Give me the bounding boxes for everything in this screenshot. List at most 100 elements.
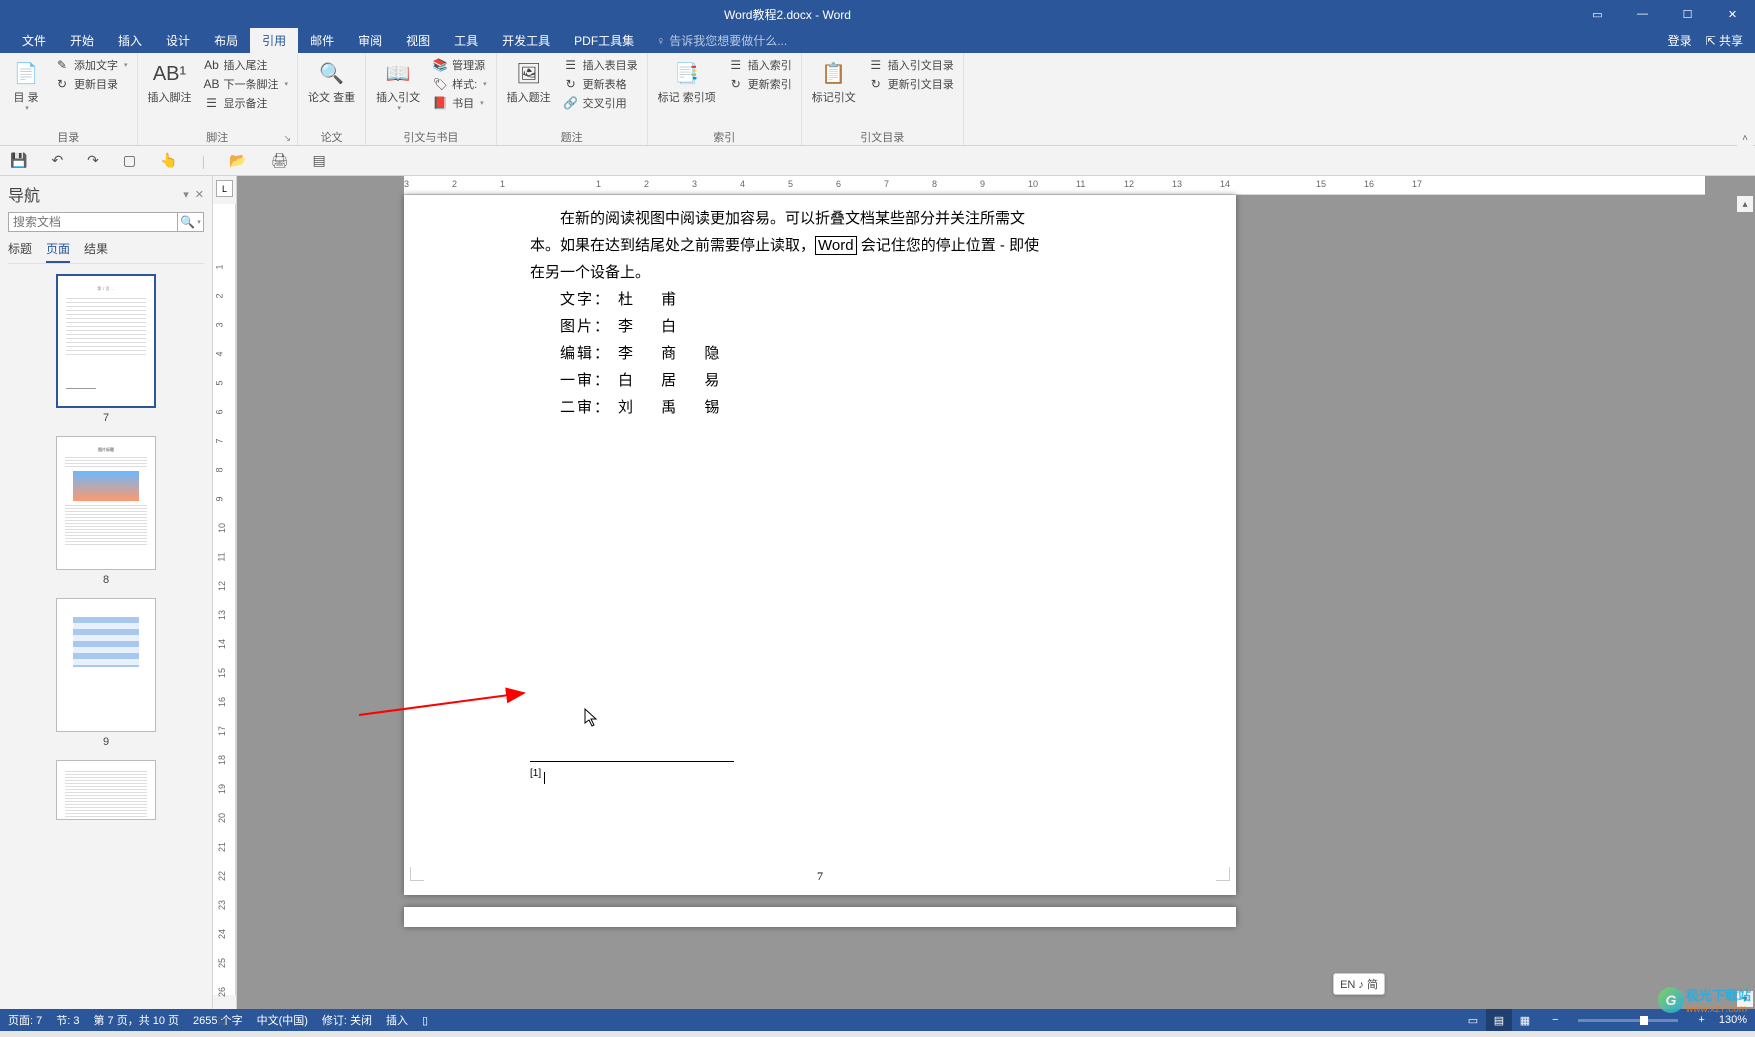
collapse-ribbon-icon[interactable]: ˄ — [1737, 130, 1753, 146]
qat-print-icon[interactable]: 🖨 — [271, 152, 289, 169]
zoom-in-icon[interactable]: + — [1698, 1014, 1704, 1026]
next-footnote-button[interactable]: AB下一条脚注▾ — [201, 75, 292, 93]
watermark-logo-icon: G — [1658, 987, 1684, 1013]
page-thumb-8[interactable]: 图片标题 — [56, 436, 156, 570]
zoom-level[interactable]: 130% — [1719, 1014, 1747, 1026]
insert-index-button[interactable]: ☰插入索引 — [725, 56, 795, 74]
tab-file[interactable]: 文件 — [10, 28, 58, 53]
cross-ref-button[interactable]: 🔗交叉引用 — [560, 94, 641, 112]
scroll-up-icon[interactable]: ▴ — [1737, 196, 1753, 212]
update-table-button[interactable]: ↻更新表格 — [560, 75, 641, 93]
tab-design[interactable]: 设计 — [154, 28, 202, 53]
page-thumb-7[interactable]: 第 7 页 … — [56, 274, 156, 408]
tab-review[interactable]: 审阅 — [346, 28, 394, 53]
tab-home[interactable]: 开始 — [58, 28, 106, 53]
qat-open-icon[interactable]: 📂 — [229, 152, 246, 169]
toc-icon: 📄 — [10, 58, 42, 90]
mark-citation-button[interactable]: 📋 标记引文 — [808, 56, 860, 107]
view-print-icon[interactable]: ▤ — [1486, 1009, 1512, 1031]
group-index: 索引 — [654, 128, 795, 145]
tab-references[interactable]: 引用 — [250, 28, 298, 53]
footnote-area[interactable]: [1] — [530, 765, 1110, 788]
style-icon: 🏷 — [432, 76, 448, 92]
view-read-icon[interactable]: ▭ — [1460, 1009, 1486, 1031]
bibliography-button[interactable]: 📕书目▾ — [429, 94, 490, 112]
document-page[interactable]: 在新的阅读视图中阅读更加容易。可以折叠文档某些部分并关注所需文 本。如果在达到结… — [404, 195, 1236, 895]
close-icon[interactable]: ✕ — [1710, 0, 1755, 28]
update-toc-button[interactable]: ↻更新目录 — [51, 75, 131, 93]
page-thumb-10[interactable] — [56, 760, 156, 820]
update-index-button[interactable]: ↻更新索引 — [725, 75, 795, 93]
qat-new-icon[interactable]: ▢ — [123, 152, 136, 169]
page-thumb-9[interactable] — [56, 598, 156, 732]
maximize-icon[interactable]: ☐ — [1665, 0, 1710, 28]
minimize-icon[interactable]: — — [1620, 0, 1665, 28]
research-button[interactable]: 🔍 论文 查重 — [304, 56, 359, 107]
login-link[interactable]: 登录 — [1668, 32, 1692, 49]
qat-redo-icon[interactable]: ↷ — [87, 152, 99, 169]
footnote-marker: [1] — [530, 768, 541, 779]
tab-view[interactable]: 视图 — [394, 28, 442, 53]
nav-tab-results[interactable]: 结果 — [84, 240, 108, 263]
tab-developer[interactable]: 开发工具 — [490, 28, 562, 53]
status-track[interactable]: 修订: 关闭 — [322, 1012, 372, 1028]
document-page-next[interactable] — [404, 907, 1236, 927]
tab-insert[interactable]: 插入 — [106, 28, 154, 53]
tab-stop-selector[interactable]: L — [216, 180, 233, 197]
add-text-button[interactable]: ✎添加文字▾ — [51, 56, 131, 74]
zoom-slider[interactable] — [1578, 1019, 1678, 1022]
update-toa-button[interactable]: ↻更新引文目录 — [865, 75, 957, 93]
status-section[interactable]: 节: 3 — [56, 1012, 79, 1028]
status-lang[interactable]: 中文(中国) — [257, 1012, 308, 1028]
thumb-label: 8 — [8, 574, 204, 586]
group-research: 论文 — [304, 128, 359, 145]
search-input[interactable] — [9, 213, 177, 231]
tab-tools[interactable]: 工具 — [442, 28, 490, 53]
footnotes-launcher[interactable]: ↘ — [283, 133, 291, 144]
qat-save-icon[interactable]: 💾 — [10, 152, 27, 169]
nav-close-icon[interactable]: ✕ — [195, 188, 204, 201]
nav-tab-pages[interactable]: 页面 — [46, 240, 70, 263]
body-text: 会记住您的停止位置 - 即使 — [857, 237, 1040, 254]
qat-touch-icon[interactable]: 👆 — [160, 152, 177, 169]
insert-footnote-button[interactable]: AB¹ 插入脚注 — [144, 56, 196, 107]
ime-indicator[interactable]: EN ♪ 简 — [1333, 973, 1385, 995]
macro-record-icon[interactable]: ▯ — [422, 1014, 428, 1027]
qat-undo-icon[interactable]: ↶ — [51, 152, 63, 169]
qat-preview-icon[interactable]: ▤ — [312, 152, 325, 169]
nav-tab-headings[interactable]: 标题 — [8, 240, 32, 263]
zoom-out-icon[interactable]: − — [1552, 1014, 1558, 1026]
footnote-separator — [530, 761, 734, 762]
share-button[interactable]: ⇱ 共享 — [1706, 32, 1743, 49]
body-text-highlight: Word — [815, 236, 857, 255]
insert-tof-button[interactable]: ☰插入表目录 — [560, 56, 641, 74]
tof-icon: ☰ — [563, 57, 579, 73]
insert-endnote-button[interactable]: Ab插入尾注 — [201, 56, 292, 74]
show-notes-button[interactable]: ☰显示备注 — [201, 94, 292, 112]
insert-toa-button[interactable]: ☰插入引文目录 — [865, 56, 957, 74]
show-icon: ☰ — [204, 95, 220, 111]
view-web-icon[interactable]: ▦ — [1512, 1009, 1538, 1031]
ribbon-display-options-icon[interactable]: ▭ — [1575, 0, 1620, 28]
style-dropdown[interactable]: 🏷样式:▾ — [429, 75, 490, 93]
tab-mailings[interactable]: 邮件 — [298, 28, 346, 53]
nav-dropdown-icon[interactable]: ▾ — [183, 188, 189, 201]
page-corner-left — [410, 867, 424, 881]
insert-caption-button[interactable]: 🖼 插入题注 — [503, 56, 555, 107]
status-page-of[interactable]: 第 7 页，共 10 页 — [93, 1012, 179, 1028]
nav-title: 导航 — [8, 182, 40, 206]
search-button[interactable]: 🔍▾ — [177, 213, 203, 231]
tell-me-input[interactable]: ♀告诉我您想要做什么... — [656, 28, 787, 53]
tab-pdf[interactable]: PDF工具集 — [562, 28, 646, 53]
toc-button[interactable]: 📄 目 录▾ — [6, 56, 46, 116]
add-text-icon: ✎ — [54, 57, 70, 73]
credit-row: 文字：杜 甫 — [530, 286, 1110, 313]
mark-entry-button[interactable]: 📑 标记 索引项 — [654, 56, 720, 107]
status-insert[interactable]: 插入 — [386, 1012, 408, 1028]
mark-icon: 📑 — [671, 58, 703, 90]
tab-layout[interactable]: 布局 — [202, 28, 250, 53]
manage-sources-button[interactable]: 📚管理源 — [429, 56, 490, 74]
status-page[interactable]: 页面: 7 — [8, 1012, 42, 1028]
insert-citation-button[interactable]: 📖 插入引文▾ — [372, 56, 424, 116]
update-icon: ↻ — [54, 76, 70, 92]
